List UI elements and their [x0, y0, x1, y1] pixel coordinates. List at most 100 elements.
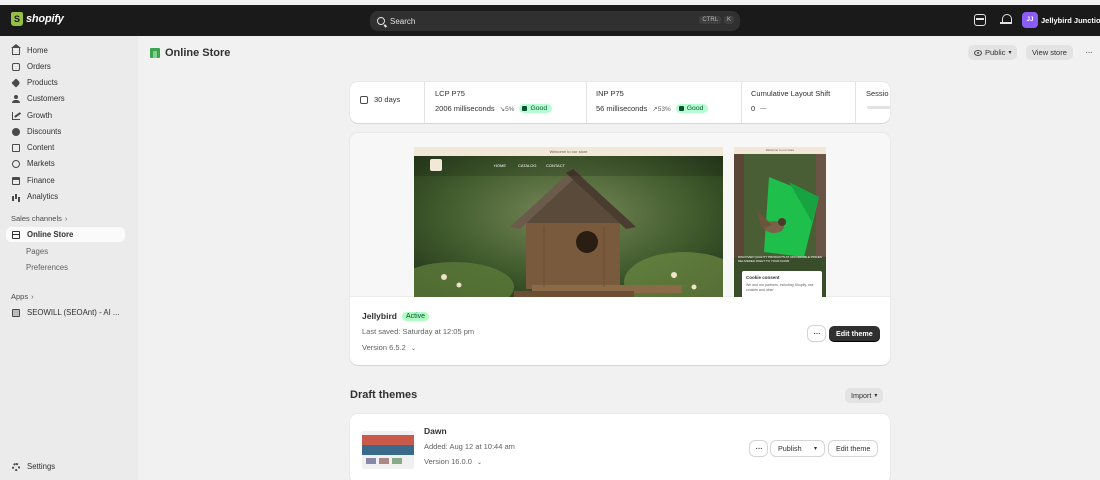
mobile-preview: Welcome to our store DISCOVER QUALITY PR…	[734, 147, 826, 297]
sales-channels-heading[interactable]: Sales channels ›	[11, 214, 67, 223]
shopify-logo[interactable]: shopify	[11, 12, 64, 26]
metric-value: 2006 milliseconds	[435, 104, 495, 113]
orders-icon	[12, 62, 20, 71]
last-saved-text: Last saved: Saturday at 12:05 pm	[362, 327, 475, 336]
metric-label: Sessio	[866, 89, 889, 98]
sidebar-item-label: Content	[27, 143, 55, 152]
draft-themes-heading: Draft themes	[350, 389, 418, 401]
chevron-down-icon: ▾	[1008, 50, 1012, 56]
person-icon	[12, 94, 20, 103]
version-text: Version 6.5.2	[362, 343, 406, 352]
sidebar-item-online-store[interactable]: Online Store	[6, 227, 125, 242]
draft-actions-button[interactable]: ···	[750, 441, 767, 456]
sidebar-item-content[interactable]: Content	[6, 140, 125, 155]
sidebar-item-label: Online Store	[27, 230, 74, 239]
globe-icon	[12, 159, 20, 168]
sidebar-item-analytics[interactable]: Analytics	[6, 189, 125, 204]
theme-name-row: Jellybird Active	[362, 311, 430, 321]
sidebar-item-markets[interactable]: Markets	[6, 156, 125, 171]
metric-cls[interactable]: Cumulative Layout Shift 0 —	[751, 89, 830, 113]
status-badge: Good	[675, 104, 709, 113]
theme-actions-button[interactable]: ···	[808, 326, 825, 341]
chevron-down-icon: ⌄	[477, 460, 483, 466]
theme-name: Dawn	[424, 426, 447, 436]
sidebar-item-seowill-app[interactable]: SEOWILL (SEOAnt) - AI ...	[6, 305, 125, 320]
store-name[interactable]: Jellybird Junction	[1041, 16, 1100, 25]
more-actions-icon[interactable]: ···	[1085, 47, 1093, 58]
metric-delta: ↗53%	[652, 105, 671, 113]
theme-preview[interactable]: Welcome to our store HOME CATALOG CONTAC…	[350, 133, 890, 297]
preview-announcement-bar: Welcome to our store	[414, 147, 723, 156]
metric-lcp[interactable]: LCP P75 2006 milliseconds ↘5% Good	[435, 89, 553, 113]
sidebar-subitem-pages[interactable]: Pages	[26, 247, 48, 256]
apps-label: Apps	[11, 292, 29, 301]
sidebar-item-label: Discounts	[27, 127, 62, 136]
import-button[interactable]: Import ▾	[845, 388, 884, 403]
theme-version[interactable]: Version 16.0.0 ⌄	[424, 457, 482, 466]
bell-icon[interactable]	[1000, 14, 1012, 26]
search-bar[interactable]: Search CTRL K	[370, 11, 740, 31]
draft-edit-theme-button[interactable]: Edit theme	[829, 441, 878, 456]
storefront-icon[interactable]	[974, 14, 986, 26]
divider	[424, 82, 425, 123]
sidebar-item-label: Products	[27, 78, 58, 87]
metric-label: Cumulative Layout Shift	[751, 89, 831, 98]
good-status-icon	[522, 106, 528, 111]
performance-metrics-card: 30 days LCP P75 2006 milliseconds ↘5% Go…	[350, 82, 890, 123]
sidebar-item-growth[interactable]: Growth	[6, 108, 125, 123]
sidebar-item-home[interactable]: Home	[6, 43, 125, 58]
added-date-text: Added: Aug 12 at 10:44 am	[424, 442, 515, 451]
sidebar-subitem-preferences[interactable]: Preferences	[26, 263, 68, 272]
apps-heading[interactable]: Apps ›	[11, 292, 34, 301]
search-placeholder: Search	[390, 16, 416, 26]
sidebar-item-orders[interactable]: Orders	[6, 59, 125, 74]
chevron-down-icon: ⌄	[410, 346, 416, 352]
edit-theme-button[interactable]: Edit theme	[829, 326, 880, 341]
sidebar-item-products[interactable]: Products	[6, 75, 125, 90]
metric-sessions[interactable]: Sessio	[866, 89, 889, 98]
version-text: Version 16.0.0	[424, 457, 472, 466]
sidebar-item-settings[interactable]: Settings	[6, 459, 125, 474]
mobile-hero-text: DISCOVER QUALITY PRODUCTS AT AFFORDABLE …	[738, 255, 822, 263]
avatar[interactable]: JJ	[1022, 12, 1038, 28]
sidebar-item-label: Customers	[27, 94, 65, 103]
metric-delta: ↘5%	[499, 105, 515, 113]
sidebar-item-discounts[interactable]: Discounts	[6, 124, 125, 139]
cookie-text: We and our partners, including Shopify, …	[746, 283, 814, 292]
growth-icon	[12, 111, 20, 120]
sidebar-item-label: Orders	[27, 62, 51, 71]
publish-dropdown-button[interactable]: Publish ▾	[771, 441, 824, 456]
loading-placeholder	[867, 106, 890, 109]
sales-channels-label: Sales channels	[11, 214, 62, 223]
dawn-theme-thumbnail[interactable]	[362, 431, 414, 469]
gear-icon	[12, 462, 20, 471]
sidebar-item-label: Finance	[27, 176, 55, 185]
sidebar-item-finance[interactable]: Finance	[6, 173, 125, 188]
shortcut-k: K	[723, 16, 734, 24]
metric-value: 56 milliseconds	[596, 104, 648, 113]
home-icon	[11, 43, 21, 55]
chevron-right-icon: ›	[31, 292, 34, 301]
preview-nav-item: HOME	[494, 163, 506, 168]
view-store-button[interactable]: View store	[1026, 45, 1073, 60]
preview-nav-item: CATALOG	[518, 163, 537, 168]
sidebar-item-customers[interactable]: Customers	[6, 91, 125, 106]
dawn-thumbnail-image	[362, 431, 414, 469]
metric-label: LCP P75	[435, 89, 465, 98]
cookie-title: Cookie consent	[746, 275, 780, 280]
visibility-dropdown[interactable]: Public ▾	[968, 45, 1018, 60]
tag-icon	[11, 77, 21, 88]
good-status-icon	[678, 106, 684, 111]
theme-version[interactable]: Version 6.5.2 ⌄	[362, 343, 416, 352]
date-range-button[interactable]: 30 days	[360, 95, 400, 104]
metric-inp[interactable]: INP P75 56 milliseconds ↗53% Good	[596, 89, 709, 113]
publish-label: Publish	[778, 444, 802, 453]
divider	[586, 82, 587, 123]
status-badge: Good	[519, 104, 553, 113]
online-store-icon	[150, 48, 160, 58]
current-theme-card: Welcome to our store HOME CATALOG CONTAC…	[350, 133, 890, 365]
calendar-icon	[360, 95, 368, 104]
draft-theme-card: Dawn Added: Aug 12 at 10:44 am Version 1…	[350, 414, 890, 480]
visibility-label: Public	[985, 48, 1006, 57]
online-store-icon	[12, 230, 20, 239]
